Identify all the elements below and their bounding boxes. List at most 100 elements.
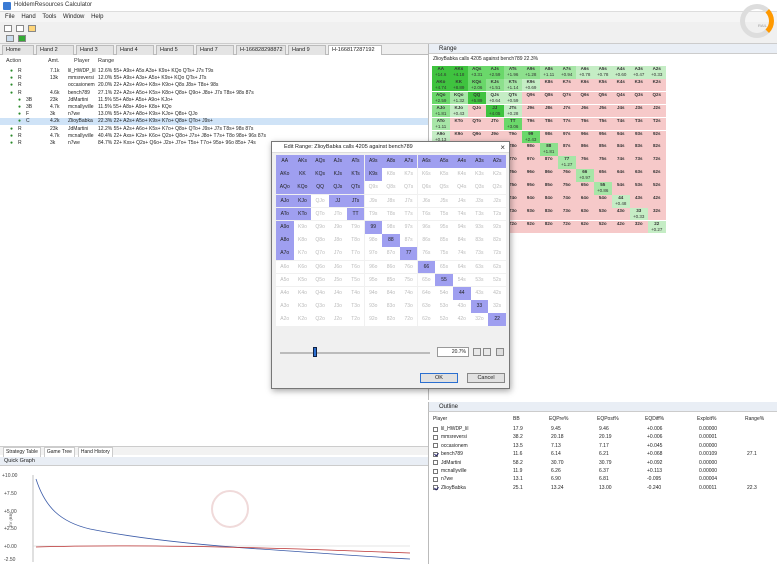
range-cell[interactable]: A4s +0.60 xyxy=(612,66,630,79)
range-select-cell[interactable]: 93o xyxy=(364,300,382,313)
range-select-cell[interactable]: K9o xyxy=(293,221,312,234)
range-select-cell[interactable]: T8s xyxy=(382,207,400,221)
hand-action-row[interactable]: ● R 4.6k bench789 27.1% 22+ A2s+ A5o+ K5s+ K… xyxy=(0,90,428,97)
range-select-cell[interactable]: 95s xyxy=(435,221,453,234)
range-select-cell[interactable]: 84o xyxy=(382,287,400,300)
range-select-cell[interactable]: 54s xyxy=(453,273,471,287)
range-select-cell[interactable]: J5o xyxy=(329,273,347,287)
tab-hand-2[interactable]: Hand 2 xyxy=(36,45,74,55)
range-select-cell[interactable]: 93s xyxy=(470,221,489,234)
range-cell[interactable]: Q5s xyxy=(594,91,612,105)
range-select-cell[interactable]: 66 xyxy=(417,260,436,274)
range-cell[interactable]: JTs +0.28 xyxy=(504,104,522,118)
range-select-cell[interactable]: K6o xyxy=(293,260,312,274)
range-select-cell[interactable]: T4s xyxy=(453,207,471,221)
range-select-cell[interactable]: Q4o xyxy=(311,287,329,300)
range-cell[interactable]: 62o xyxy=(576,220,594,234)
range-cell[interactable]: 77 +1.27 xyxy=(558,156,576,169)
range-cell[interactable]: K9s +0.69 xyxy=(522,78,540,92)
range-select-cell[interactable]: A6o xyxy=(276,260,294,274)
range-cell[interactable]: 82o xyxy=(540,220,558,234)
range-select-cell[interactable]: AKs xyxy=(293,155,312,168)
range-cell[interactable]: 96o xyxy=(522,169,540,182)
range-cell[interactable]: 66 +0.97 xyxy=(576,169,594,182)
player-checkbox[interactable] xyxy=(433,476,438,482)
hand-action-row[interactable]: ● 3B 4.7k mcnallyville 11.5% 55+ A8s+ A9o+ K… xyxy=(0,104,428,111)
range-select-cell[interactable]: 88 xyxy=(382,234,400,247)
menu-window[interactable]: Window xyxy=(63,12,84,22)
outline-row[interactable]: mmsreversi 38.2 20.18 20.19 +0.006 0.00001 xyxy=(429,433,777,441)
range-cell[interactable]: 93s xyxy=(630,130,648,143)
range-select-cell[interactable]: T2s xyxy=(488,207,506,221)
range-select-cell[interactable]: 83s xyxy=(470,234,489,247)
range-cell[interactable]: AQs +3.31 xyxy=(468,66,486,79)
range-cell[interactable]: 97s xyxy=(558,130,576,143)
range-select-cell[interactable]: 84s xyxy=(453,234,471,247)
range-cell[interactable]: 86o xyxy=(540,169,558,182)
outline-row[interactable]: bench789 11.6 6.14 6.21 +0.068 0.00109 27.1 xyxy=(429,450,777,458)
range-cell[interactable]: 98s xyxy=(540,130,558,143)
range-select-cell[interactable]: 43s xyxy=(470,287,489,300)
range-select-cell[interactable]: 72s xyxy=(488,247,506,260)
range-cell[interactable]: QJs +0.64 xyxy=(486,91,504,105)
range-select-cell[interactable]: J4s xyxy=(453,194,471,208)
range-cell[interactable]: 92s xyxy=(648,130,666,143)
range-cell[interactable]: 86s xyxy=(576,143,594,156)
range-cell[interactable]: K4s xyxy=(612,78,630,92)
tab-home[interactable]: Home xyxy=(2,45,34,55)
tab-hand-active[interactable]: H-166817287192 xyxy=(328,45,382,55)
range-cell[interactable]: J5s xyxy=(594,104,612,118)
range-select-cell[interactable]: J3s xyxy=(470,194,489,208)
range-cell[interactable]: A6s +0.78 xyxy=(576,66,594,79)
range-select-cell[interactable]: ATo xyxy=(276,207,294,221)
range-cell[interactable]: A5s +0.78 xyxy=(594,66,612,79)
range-select-cell[interactable]: K4s xyxy=(453,168,471,181)
range-select-cell[interactable]: T6s xyxy=(417,207,436,221)
range-cell[interactable]: 95o xyxy=(522,182,540,195)
range-select-cell[interactable]: T7s xyxy=(399,207,418,221)
range-cell[interactable]: 42s xyxy=(648,195,666,208)
range-select-cell[interactable]: 44 xyxy=(453,287,471,300)
range-cell[interactable]: 53s xyxy=(630,182,648,195)
range-cell[interactable]: 33 +0.33 xyxy=(630,207,648,221)
range-cell[interactable]: 52s xyxy=(648,182,666,195)
range-select-cell[interactable]: Q6o xyxy=(311,260,329,274)
range-select-cell[interactable]: K9s xyxy=(364,168,382,181)
range-select-cell[interactable]: K5s xyxy=(435,168,453,181)
range-cell[interactable]: 83o xyxy=(540,207,558,221)
range-cell[interactable]: J3s xyxy=(630,104,648,118)
range-cell[interactable]: Q7s xyxy=(558,91,576,105)
range-select-cell[interactable]: A3s xyxy=(470,155,489,168)
range-select-cell[interactable]: JTs xyxy=(346,194,365,208)
range-cell[interactable]: 75s xyxy=(594,156,612,169)
range-select-cell[interactable]: 76o xyxy=(399,260,418,274)
range-select-cell[interactable]: A5o xyxy=(276,273,294,287)
range-select-cell[interactable]: Q7o xyxy=(311,247,329,260)
range-cell[interactable]: 75o xyxy=(558,182,576,195)
range-cell[interactable]: AJo +1.81 xyxy=(432,104,450,118)
range-select-cell[interactable]: 75s xyxy=(435,247,453,260)
range-select-cell[interactable]: AKo xyxy=(276,168,294,181)
range-cell[interactable]: AJs +2.59 xyxy=(486,66,504,79)
outline-row[interactable]: mcnallyville 11.9 6.26 6.37 +0.113 0.00000 xyxy=(429,467,777,475)
range-cell[interactable]: 53o xyxy=(594,207,612,221)
close-icon[interactable]: × xyxy=(500,143,505,152)
outline-row[interactable]: lil_HWDP_lil 17.9 9.45 9.46 +0.006 0.00000 xyxy=(429,425,777,433)
hand-action-row[interactable]: ● Roccasionem 20.0% 22+ A2s+ A9o+ K8s+ K9o… xyxy=(0,82,428,89)
tab-hand-5[interactable]: Hand 5 xyxy=(156,45,194,55)
range-select-cell[interactable]: QJs xyxy=(329,181,347,194)
range-select-cell[interactable]: T5s xyxy=(435,207,453,221)
range-select-cell[interactable]: A2s xyxy=(488,155,506,168)
player-checkbox[interactable] xyxy=(433,468,438,474)
range-select-cell[interactable]: 98o xyxy=(364,234,382,247)
range-cell[interactable]: T5s xyxy=(594,117,612,131)
range-select-cell[interactable]: 63o xyxy=(417,300,436,313)
range-select-cell[interactable]: 62s xyxy=(488,260,506,274)
range-select-cell[interactable]: 92o xyxy=(364,313,382,326)
range-select-cell[interactable]: 83o xyxy=(382,300,400,313)
range-cell[interactable]: 85s xyxy=(594,143,612,156)
range-select-cell[interactable]: J7s xyxy=(399,194,418,208)
menu-file[interactable]: File xyxy=(5,12,15,22)
range-select-cell[interactable]: T2o xyxy=(346,313,365,326)
hand-action-row[interactable]: ● C 4.2k ZlioyBabka 22.3% 22+ A2s+ A5o+ K9s+… xyxy=(0,118,428,126)
